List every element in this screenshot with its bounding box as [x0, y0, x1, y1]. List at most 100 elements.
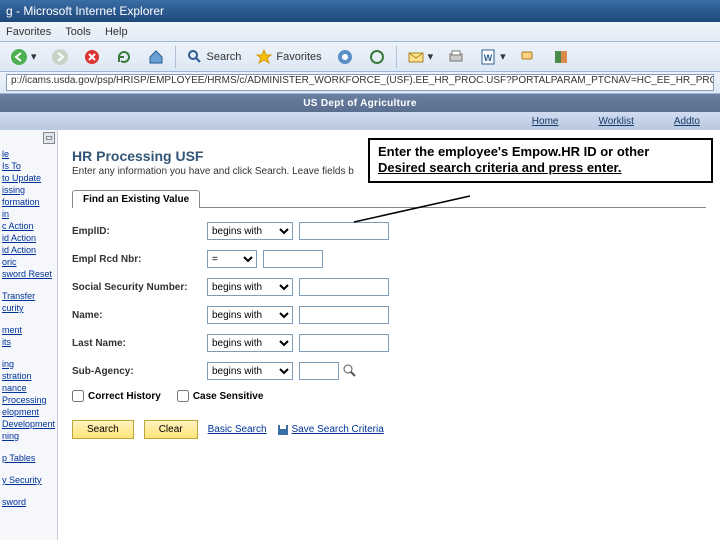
top-nav: Home Worklist Addto [0, 112, 720, 130]
sidebar-item[interactable]: Is To [0, 160, 57, 172]
search-button[interactable]: Search [72, 420, 134, 439]
sidebar-item[interactable]: curity [0, 302, 57, 314]
toolbar: ▾ Search Favorites ▾ W▾ [0, 42, 720, 72]
name-input[interactable] [299, 306, 389, 324]
menu-bar: Favorites Tools Help [0, 22, 720, 42]
basic-search-link[interactable]: Basic Search [208, 424, 267, 435]
nav-worklist[interactable]: Worklist [598, 116, 633, 127]
stop-icon [83, 48, 101, 66]
research-icon [552, 48, 570, 66]
stop-button[interactable] [79, 46, 105, 68]
discuss-icon [520, 48, 538, 66]
sidebar-item[interactable]: elopment [0, 406, 57, 418]
print-button[interactable] [443, 46, 469, 68]
sidebar-item[interactable]: ment [0, 324, 57, 336]
sidebar-item[interactable]: ing [0, 358, 57, 370]
sidebar-item[interactable]: sword Reset [0, 268, 57, 280]
sidebar-item[interactable]: y Security [0, 474, 57, 486]
print-icon [447, 48, 465, 66]
clear-button[interactable]: Clear [144, 420, 198, 439]
tab-find-existing[interactable]: Find an Existing Value [72, 190, 200, 208]
mail-icon [407, 48, 425, 66]
nav-addto[interactable]: Addto [674, 116, 700, 127]
sidebar-item[interactable]: nance [0, 382, 57, 394]
address-input[interactable]: p://icams.usda.gov/psp/HRISP/EMPLOYEE/HR… [6, 74, 714, 91]
sidebar: ▭ le Is To to Update issing formation in… [0, 130, 58, 540]
sidebar-item[interactable]: formation [0, 196, 57, 208]
back-icon [10, 48, 28, 66]
emplid-operator[interactable]: begins with [207, 222, 293, 240]
sidebar-item[interactable]: id Action [0, 232, 57, 244]
ssn-input[interactable] [299, 278, 389, 296]
sidebar-item[interactable]: issing [0, 184, 57, 196]
nav-home[interactable]: Home [532, 116, 559, 127]
rcd-input[interactable] [263, 250, 323, 268]
word-icon: W [479, 48, 497, 66]
correct-history-check[interactable]: Correct History [72, 390, 161, 402]
media-icon [336, 48, 354, 66]
sidebar-item[interactable]: stration [0, 370, 57, 382]
sidebar-item[interactable]: sword [0, 496, 57, 508]
home-button[interactable] [143, 46, 169, 68]
search-button[interactable]: Search [182, 46, 246, 68]
forward-icon [51, 48, 69, 66]
sidebar-item[interactable]: in [0, 208, 57, 220]
favorites-button[interactable]: Favorites [251, 46, 325, 68]
lookup-icon[interactable] [343, 364, 357, 378]
research-button[interactable] [548, 46, 574, 68]
dropdown-icon: ▾ [31, 50, 37, 63]
sidebar-item[interactable]: Processing [0, 394, 57, 406]
instruction-callout: Enter the employee's Empow.HR ID or othe… [368, 138, 713, 183]
lastname-operator[interactable]: begins with [207, 334, 293, 352]
refresh-button[interactable] [111, 46, 137, 68]
refresh-icon [115, 48, 133, 66]
window-title-bar: g - Microsoft Internet Explorer [0, 0, 720, 22]
svg-text:W: W [484, 53, 493, 63]
sidebar-item[interactable]: Development [0, 418, 57, 430]
edit-button[interactable]: W▾ [475, 46, 510, 68]
mail-button[interactable]: ▾ [403, 46, 438, 68]
star-icon [255, 48, 273, 66]
save-icon [277, 424, 289, 436]
sidebar-item[interactable]: p Tables [0, 452, 57, 464]
sidebar-item[interactable]: ning [0, 430, 57, 442]
sidebar-item[interactable]: to Update [0, 172, 57, 184]
sidebar-item[interactable]: c Action [0, 220, 57, 232]
lastname-input[interactable] [299, 334, 389, 352]
agency-label: Sub-Agency: [72, 366, 207, 377]
sidebar-collapse-icon[interactable]: ▭ [43, 132, 55, 144]
sidebar-items: le Is To to Update issing formation in c… [0, 130, 57, 508]
rcd-operator[interactable]: = [207, 250, 257, 268]
back-button[interactable]: ▾ [6, 46, 41, 68]
history-button[interactable] [364, 46, 390, 68]
callout-arrow [352, 194, 472, 224]
emplid-input[interactable] [299, 222, 389, 240]
forward-button[interactable] [47, 46, 73, 68]
address-bar: p://icams.usda.gov/psp/HRISP/EMPLOYEE/HR… [0, 72, 720, 94]
ssn-label: Social Security Number: [72, 282, 207, 293]
history-icon [368, 48, 386, 66]
lastname-label: Last Name: [72, 338, 207, 349]
ssn-operator[interactable]: begins with [207, 278, 293, 296]
save-criteria-link[interactable]: Save Search Criteria [292, 424, 384, 435]
org-header: US Dept of Agriculture [0, 94, 720, 112]
name-label: Name: [72, 310, 207, 321]
main-content: HR Processing USF Enter any information … [58, 130, 720, 540]
media-button[interactable] [332, 46, 358, 68]
sidebar-item[interactable]: Transfer [0, 290, 57, 302]
case-sensitive-check[interactable]: Case Sensitive [177, 390, 264, 402]
menu-help[interactable]: Help [105, 26, 128, 38]
sidebar-item[interactable]: id Action [0, 244, 57, 256]
sidebar-item[interactable]: its [0, 336, 57, 348]
discuss-button[interactable] [516, 46, 542, 68]
sidebar-item[interactable]: le [0, 148, 57, 160]
menu-tools[interactable]: Tools [65, 26, 91, 38]
sidebar-item[interactable]: oric [0, 256, 57, 268]
agency-input[interactable] [299, 362, 339, 380]
emplid-label: EmplID: [72, 226, 207, 237]
menu-favorites[interactable]: Favorites [6, 26, 51, 38]
search-icon [186, 48, 204, 66]
name-operator[interactable]: begins with [207, 306, 293, 324]
agency-operator[interactable]: begins with [207, 362, 293, 380]
window-title: g - Microsoft Internet Explorer [6, 4, 164, 18]
